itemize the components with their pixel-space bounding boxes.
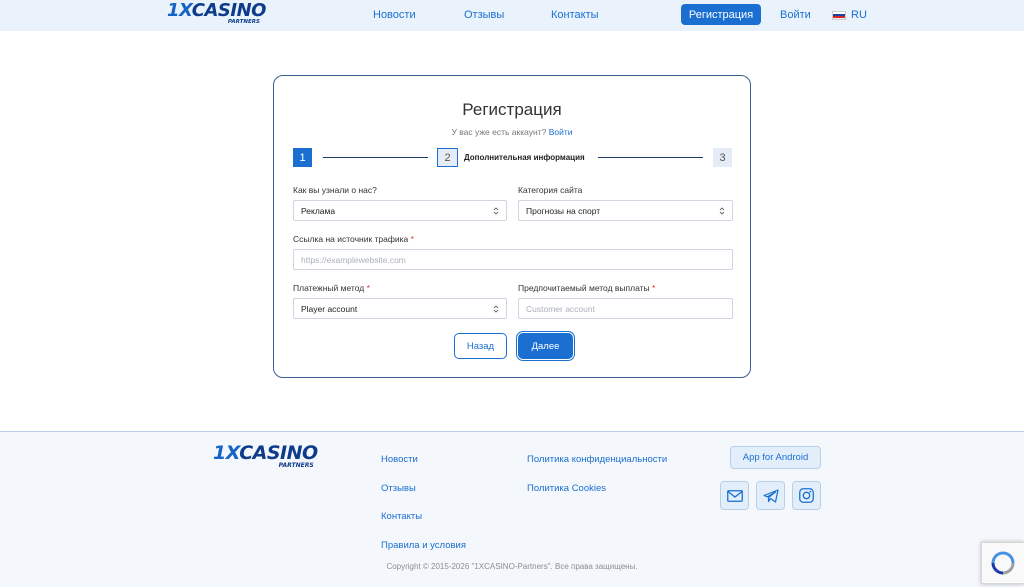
payment-method-select[interactable]: Player account — [293, 298, 507, 319]
how-found-label: Как вы узнали о нас? — [293, 185, 377, 195]
footer-link-contacts[interactable]: Контакты — [381, 511, 422, 522]
select-chevron-icon — [493, 305, 499, 313]
footer-link-reviews[interactable]: Отзывы — [381, 483, 416, 494]
copyright-text: Copyright © 2015-2026 "1XCASINO-Partners… — [386, 562, 638, 571]
nav-news[interactable]: Новости — [373, 9, 416, 21]
footer: 1XCASINO PARTNERS Новости Отзывы Контакт… — [0, 431, 1024, 587]
step-3-indicator: 3 — [713, 148, 732, 167]
payout-method-input[interactable]: Customer account — [518, 298, 733, 319]
language-selector[interactable]: RU — [832, 9, 867, 21]
registration-card: Регистрация У вас уже есть аккаунт? Войт… — [273, 75, 751, 378]
site-category-select[interactable]: Прогнозы на спорт — [518, 200, 733, 221]
site-logo[interactable]: 1XCASINO PARTNERS — [167, 2, 266, 26]
payout-method-label: Предпочитаемый метод выплаты * — [518, 283, 656, 293]
payment-method-label: Платежный метод * — [293, 283, 370, 293]
select-chevron-icon — [493, 207, 499, 215]
recaptcha-icon — [991, 551, 1015, 575]
nav-contacts[interactable]: Контакты — [551, 9, 599, 21]
traffic-link-input[interactable]: https://examplewebsite.com — [293, 249, 733, 270]
russia-flag-icon — [832, 10, 846, 20]
select-chevron-icon — [719, 207, 725, 215]
next-button[interactable]: Далее — [518, 333, 573, 359]
step-connector — [323, 157, 428, 158]
mail-icon[interactable] — [720, 481, 749, 510]
register-button[interactable]: Регистрация — [681, 4, 761, 25]
app-android-button[interactable]: App for Android — [730, 446, 821, 469]
logo-wordmark: 1XCASINO — [167, 0, 266, 21]
footer-link-terms[interactable]: Правила и условия — [381, 540, 466, 551]
back-button[interactable]: Назад — [454, 333, 507, 359]
footer-logo[interactable]: 1XCASINO PARTNERS — [213, 444, 318, 469]
step-connector — [598, 157, 703, 158]
footer-link-cookies[interactable]: Политика Cookies — [527, 483, 606, 494]
logo-wordmark: 1XCASINO — [213, 442, 318, 464]
how-found-select[interactable]: Реклама — [293, 200, 507, 221]
telegram-icon[interactable] — [756, 481, 785, 510]
step-2-indicator: 2 — [437, 148, 458, 167]
login-link[interactable]: Войти — [780, 9, 811, 21]
instagram-icon[interactable] — [792, 481, 821, 510]
nav-reviews[interactable]: Отзывы — [464, 9, 504, 21]
page-title: Регистрация — [462, 100, 562, 119]
step-1-indicator: 1 — [293, 148, 312, 167]
recaptcha-badge[interactable] — [981, 542, 1024, 584]
footer-link-privacy[interactable]: Политика конфиденциальности — [527, 454, 667, 465]
top-header: 1XCASINO PARTNERS Новости Отзывы Контакт… — [0, 0, 1024, 31]
footer-link-news[interactable]: Новости — [381, 454, 418, 465]
logo-subtitle: PARTNERS — [278, 462, 314, 469]
step-2-label: Дополнительная информация — [464, 153, 585, 162]
traffic-link-label: Ссылка на источник трафика * — [293, 234, 414, 244]
have-account-login-link[interactable]: Войти — [549, 127, 573, 137]
site-category-label: Категория сайта — [518, 185, 583, 195]
logo-subtitle: PARTNERS — [227, 19, 260, 25]
language-label: RU — [851, 9, 867, 21]
have-account-text: У вас уже есть аккаунт? Войти — [451, 127, 573, 137]
